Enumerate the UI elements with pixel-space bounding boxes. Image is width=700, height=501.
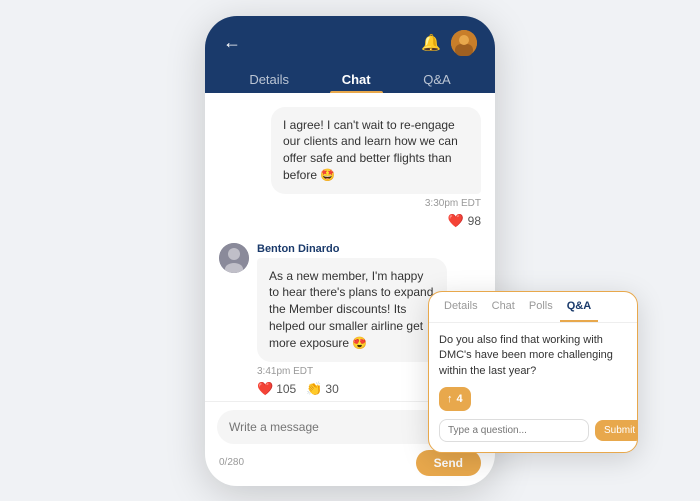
reaction-clap-group: 👏 30 (306, 381, 339, 397)
message-right: I agree! I can't wait to re-engage our c… (219, 107, 481, 229)
bubble-left: As a new member, I'm happy to hear there… (257, 258, 447, 362)
card-tab-polls[interactable]: Polls (522, 292, 560, 322)
tabs: Details Chat Q&A (223, 66, 477, 93)
clap-icon: 👏 (306, 381, 322, 397)
msg-left-row: Benton Dinardo As a new member, I'm happ… (219, 243, 447, 362)
back-button[interactable]: ← (223, 32, 241, 53)
sender-avatar (219, 243, 249, 273)
card-tabs: Details Chat Polls Q&A (429, 292, 637, 323)
reaction-count-right: 98 (468, 214, 481, 228)
card-input-row: Submit (439, 419, 627, 442)
header-icons: 🔔 (421, 30, 477, 56)
reactions-right: ❤️ 98 (447, 213, 481, 229)
question-input[interactable] (439, 419, 589, 442)
input-footer: 0/280 Send (217, 450, 483, 476)
msg-time-right: 3:30pm EDT (425, 198, 481, 209)
bubble-right: I agree! I can't wait to re-engage our c… (271, 107, 481, 194)
tab-chat[interactable]: Chat (330, 66, 383, 93)
heart-icon: ❤️ (447, 213, 463, 229)
card-question: Do you also find that working with DMC's… (439, 333, 627, 379)
msg-time-left: 3:41pm EDT (257, 366, 313, 377)
card-submit-button[interactable]: Submit (595, 420, 638, 441)
upvote-icon: ↑ (447, 393, 453, 405)
card-body: Do you also find that working with DMC's… (429, 323, 637, 452)
message-input[interactable] (229, 420, 451, 434)
avatar (451, 30, 477, 56)
phone-header: ← 🔔 Details Chat Q&A (205, 16, 495, 93)
char-count: 0/280 (219, 457, 244, 468)
tab-qa[interactable]: Q&A (411, 66, 462, 93)
tab-details[interactable]: Details (237, 66, 301, 93)
reaction-count-clap: 30 (325, 382, 338, 396)
card-tab-qa[interactable]: Q&A (560, 292, 598, 322)
reaction-count-heart: 105 (276, 382, 296, 396)
vote-count: 4 (457, 393, 463, 405)
heart-icon-left: ❤️ (257, 381, 273, 397)
scene: ← 🔔 Details Chat Q&A (0, 0, 700, 501)
card-tab-details[interactable]: Details (437, 292, 485, 322)
vote-button[interactable]: ↑ 4 (439, 387, 471, 411)
reaction-heart-group: ❤️ 105 (257, 381, 296, 397)
bell-icon[interactable]: 🔔 (421, 33, 441, 53)
sender-name: Benton Dinardo (257, 243, 447, 255)
card-tab-chat[interactable]: Chat (485, 292, 522, 322)
send-button[interactable]: Send (416, 450, 481, 476)
card-secondary: Details Chat Polls Q&A Do you also find … (428, 291, 638, 453)
reactions-left: ❤️ 105 👏 30 (257, 381, 339, 397)
